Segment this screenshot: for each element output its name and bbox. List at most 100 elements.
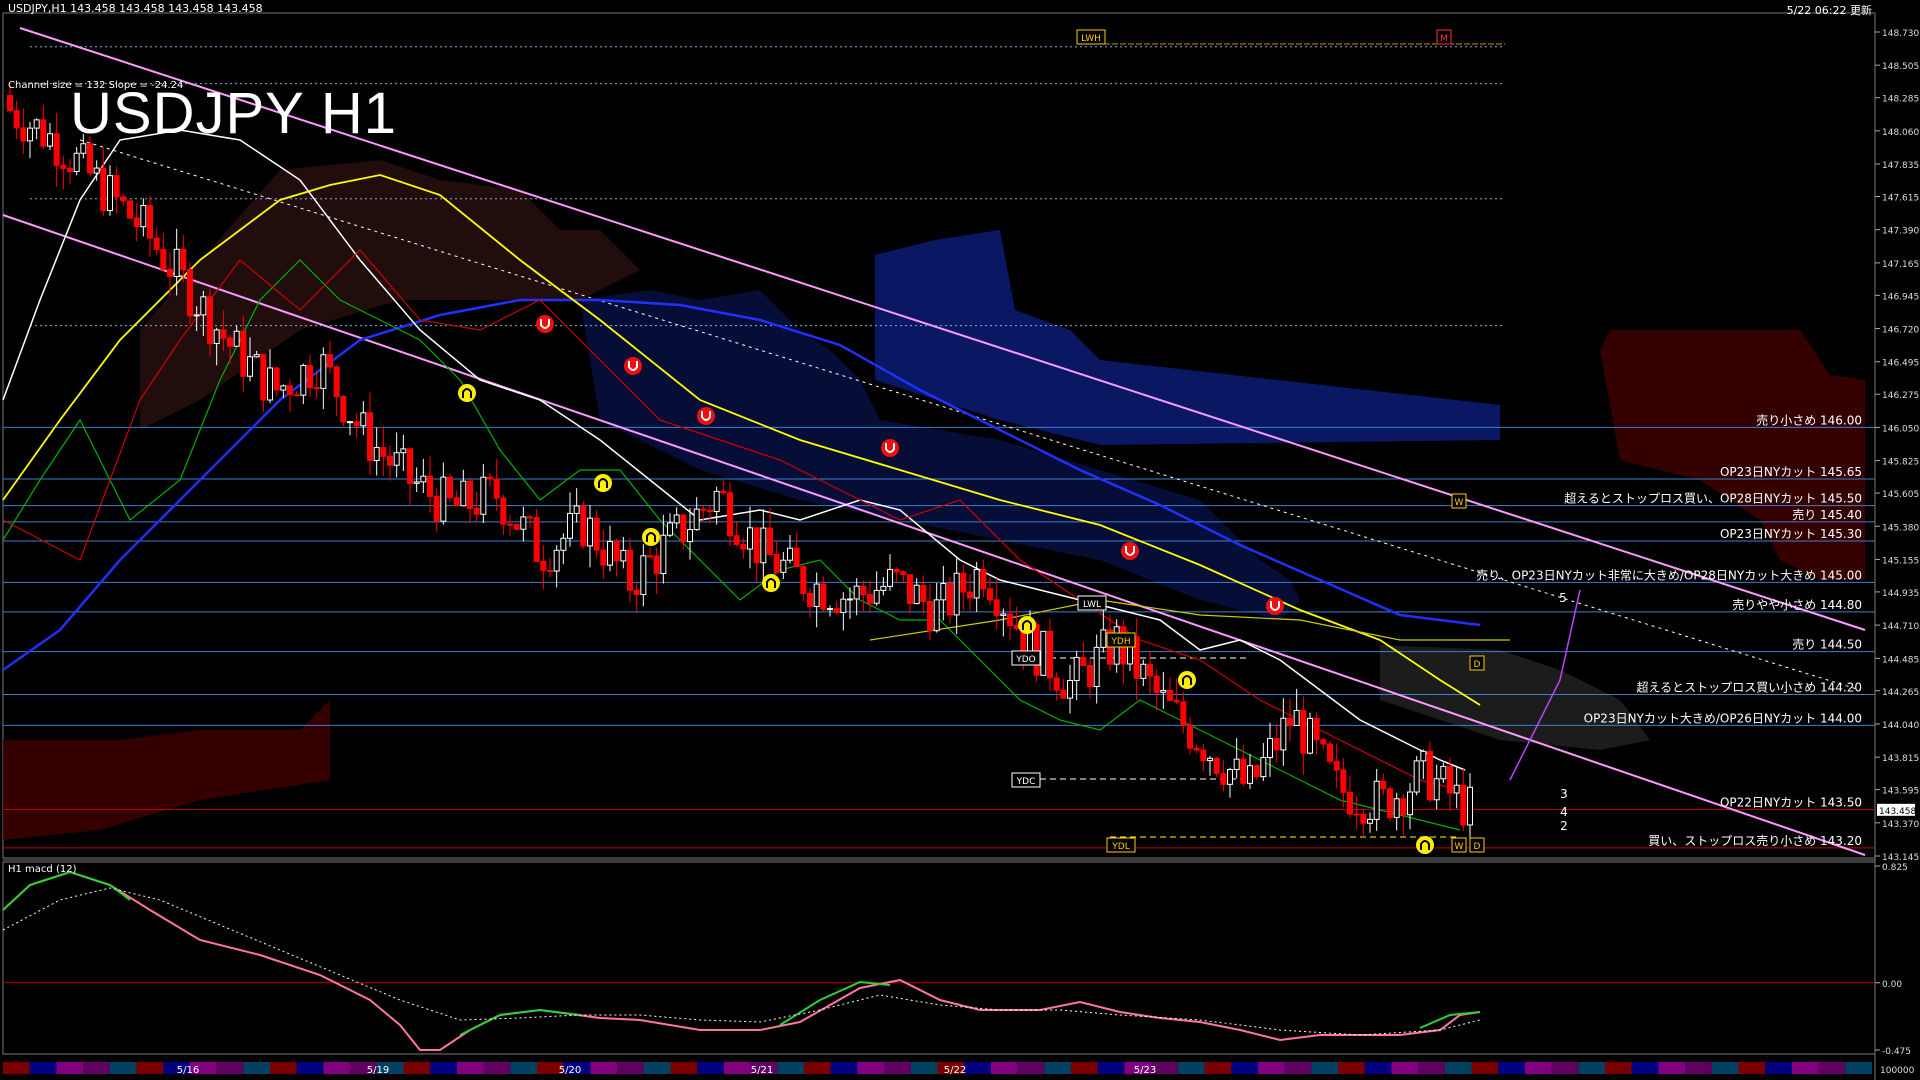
candle-body [260, 354, 267, 401]
candle-body [1067, 679, 1073, 699]
candle-body [893, 568, 900, 573]
candle-body [520, 516, 527, 530]
markers: LWH MYDHYDOYDCYDLLWLWDW D5342 [458, 29, 1568, 854]
date-block [1471, 1062, 1499, 1074]
candle-body [540, 560, 547, 571]
date-block [83, 1062, 110, 1074]
date-label: 5/19 [367, 1065, 389, 1076]
wave-label: 2 [1560, 819, 1568, 833]
axis-tick-label: 148.285 [1882, 95, 1919, 105]
candle-body [607, 540, 613, 566]
candle-body [1147, 663, 1153, 677]
date-block [483, 1062, 511, 1074]
candle-body [140, 205, 147, 228]
candle-body [1447, 765, 1453, 794]
candle-body [360, 412, 367, 427]
candle-body [1407, 791, 1413, 816]
date-block [1017, 1062, 1045, 1074]
axis-tick-label: 144.265 [1882, 688, 1919, 698]
candle-body [253, 354, 260, 358]
candle-body [827, 608, 833, 611]
candle-body [367, 412, 373, 461]
macd-frame [2, 861, 1876, 1055]
candle-body [240, 330, 247, 377]
axis-tick-label: 143.370 [1882, 820, 1919, 830]
candle-body [733, 535, 740, 545]
level-box-label: M [1440, 34, 1448, 44]
axis-tick-label: 147.615 [1882, 194, 1919, 204]
candle-body [1227, 769, 1233, 785]
candle-body [513, 523, 520, 530]
macd-signal-line [2, 887, 1481, 1036]
candle-body [340, 396, 347, 423]
sell-signal-icon [536, 315, 554, 333]
candle-body [1160, 689, 1167, 693]
date-block [1338, 1062, 1365, 1074]
candle-body [1200, 749, 1207, 762]
macd-tick-label: 0.00 [1882, 980, 1902, 990]
buy-signal-icon [1018, 616, 1036, 634]
candle-body [1193, 747, 1200, 751]
date-block [29, 1062, 57, 1074]
candle-body [813, 583, 820, 607]
candle-body [673, 514, 680, 524]
date-block [1498, 1062, 1525, 1074]
date-block [723, 1062, 751, 1074]
candle-body [73, 152, 80, 173]
level-label: 超えるとストップロス買い、OP28日NYカット 145.50 [1564, 491, 1862, 506]
candle-body [1287, 717, 1293, 726]
candle-body [1427, 750, 1433, 801]
candle-body [87, 143, 93, 174]
date-block [1391, 1062, 1419, 1074]
candle-body [1333, 760, 1340, 771]
candle-body [987, 588, 993, 601]
buy-signal-icon [762, 574, 780, 592]
date-block [590, 1062, 618, 1074]
candle-body [1253, 765, 1260, 778]
candle-body [1060, 689, 1067, 699]
candle-body [613, 540, 620, 562]
axis-tick-label: 148.730 [1882, 29, 1919, 39]
candle-body [380, 447, 387, 457]
date-block [3, 1062, 30, 1074]
date-block [830, 1062, 858, 1074]
axis-tick-label: 144.710 [1882, 622, 1919, 632]
candle-body [887, 568, 893, 587]
candle-body [573, 505, 580, 514]
candle-body [740, 543, 747, 550]
candle-body [1440, 765, 1447, 780]
axis-tick-label: 148.060 [1882, 128, 1919, 138]
axis-tick-label: 147.390 [1882, 227, 1919, 237]
macd-line [2, 870, 1481, 1051]
chart-title: USDJPY H1 [70, 81, 398, 146]
candle-body [20, 127, 27, 142]
candle-body [1273, 738, 1280, 751]
buy-signal-icon [1416, 836, 1434, 854]
candle-body [667, 522, 673, 536]
candle-body [507, 523, 513, 526]
candle-body [1460, 784, 1467, 826]
candle-body [1280, 717, 1287, 751]
candle-body [273, 367, 280, 391]
candle-body [900, 571, 907, 576]
volume-label: 100000 [1880, 1066, 1915, 1076]
candle-body [160, 248, 167, 270]
axis-tick-label: 146.495 [1882, 359, 1919, 369]
candle-body [1367, 818, 1373, 824]
macd-line-up [459, 1008, 581, 1036]
candle-body [1353, 813, 1360, 816]
date-block [1257, 1062, 1285, 1074]
candle-body [773, 553, 780, 573]
date-block [1071, 1062, 1098, 1074]
candle-body [760, 527, 767, 564]
date-block [1765, 1062, 1792, 1074]
macd-line-up [779, 980, 891, 1026]
date-block [56, 1062, 84, 1074]
date-block [1097, 1062, 1125, 1074]
candle-body [60, 164, 67, 169]
date-block [323, 1062, 351, 1074]
date-block [964, 1062, 991, 1074]
date-block [456, 1062, 484, 1074]
date-block [643, 1062, 671, 1074]
level-box-label: LWH [1081, 34, 1101, 44]
